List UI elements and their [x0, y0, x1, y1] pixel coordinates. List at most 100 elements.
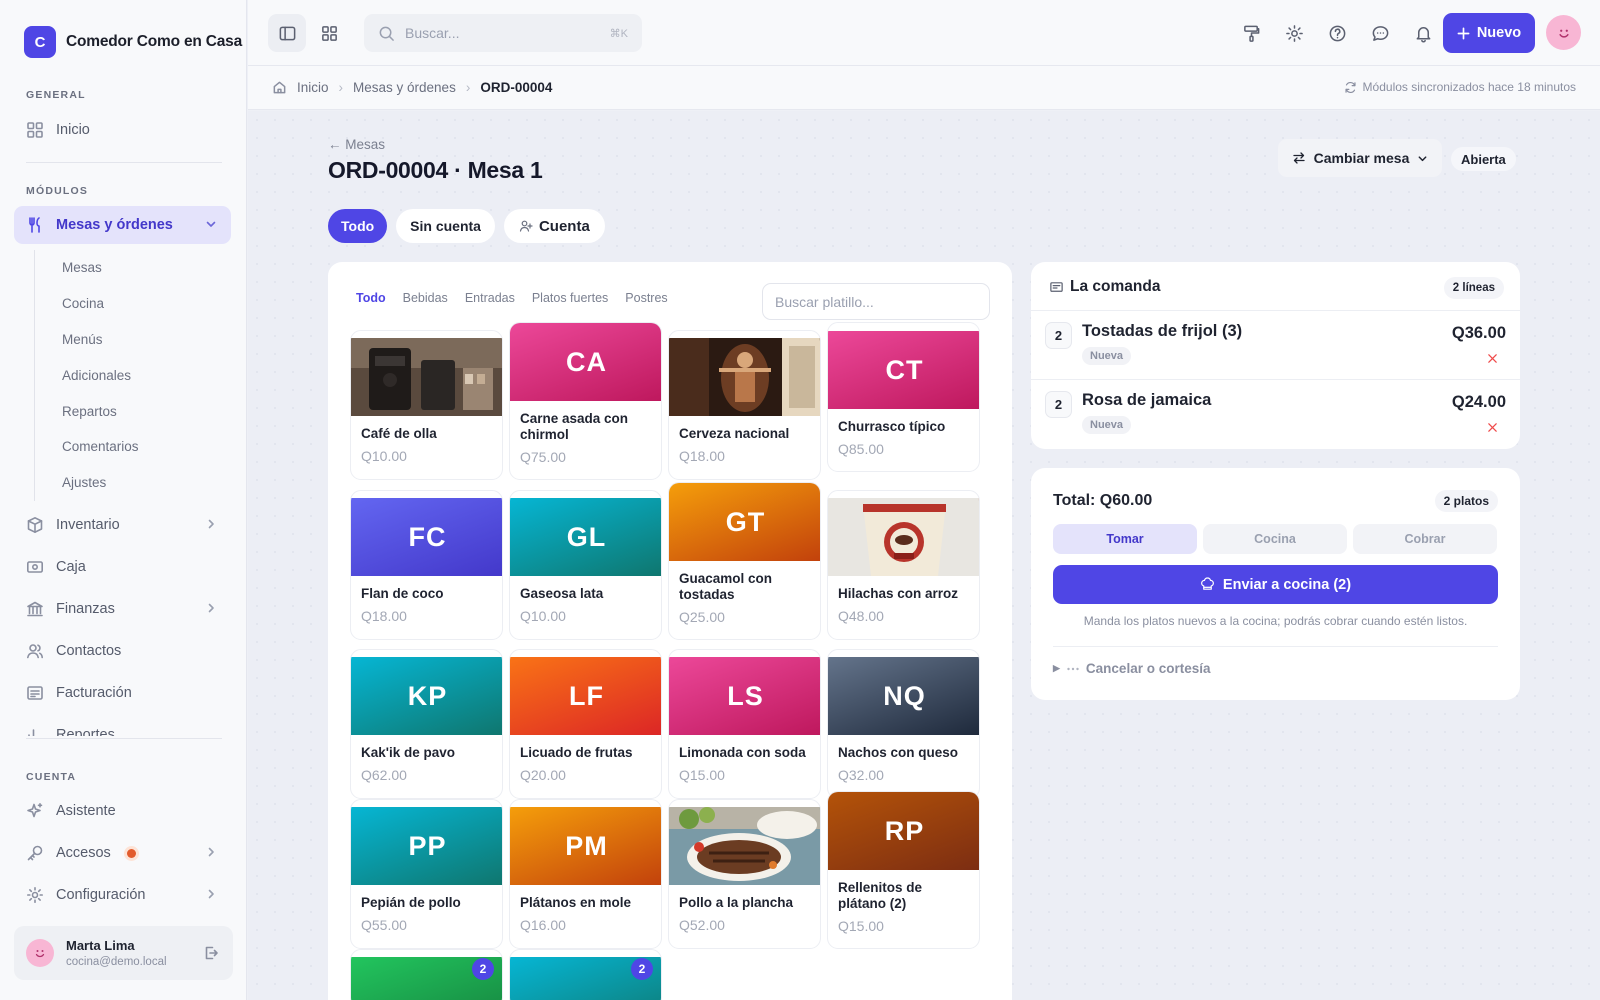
sidebar-subitem-adicionales[interactable]: Adicionales — [35, 357, 214, 393]
section-label-modules: MÓDULOS — [26, 185, 89, 197]
filter-cuenta[interactable]: Cuenta — [503, 209, 605, 243]
sidebar-item-caja[interactable]: Caja — [14, 548, 231, 586]
order-line-qty[interactable]: 2 — [1045, 322, 1072, 349]
breadcrumb-inicio[interactable]: Inicio — [297, 80, 329, 95]
order-line-qty[interactable]: 2 — [1045, 391, 1072, 418]
sidebar-subitem-mesas[interactable]: Mesas — [35, 250, 214, 286]
dish-name: Kak'ik de pavo — [361, 745, 455, 760]
grid-icon — [27, 122, 43, 138]
sidebar-subitem-comentarios[interactable]: Comentarios — [35, 429, 214, 465]
dish-price: Q62.00 — [361, 767, 407, 783]
divider — [26, 738, 222, 739]
dish-card[interactable]: LS Limonada con soda Q15.00 — [668, 649, 821, 799]
chevron-down-icon — [206, 221, 216, 227]
remove-line-icon[interactable] — [1487, 353, 1498, 364]
sidebar-item-inventario[interactable]: Inventario — [14, 506, 231, 544]
dish-card[interactable]: TE2 — [509, 949, 662, 1000]
dish-name: Limonada con soda — [679, 745, 806, 760]
smiley-icon — [35, 950, 45, 958]
sidebar-subitem-ajustes[interactable]: Ajustes — [35, 465, 214, 501]
cancel-courtesy-toggle[interactable]: ▶ Cancelar o cortesía — [1053, 661, 1210, 676]
new-button[interactable]: Nuevo — [1443, 13, 1535, 53]
dish-name: Hilachas con arroz — [838, 586, 959, 601]
search-icon — [379, 26, 394, 41]
dish-search-input[interactable]: Buscar platillo... — [762, 283, 990, 320]
settings-button[interactable] — [1275, 14, 1313, 52]
send-to-kitchen-label: Enviar a cocina (2) — [1222, 576, 1352, 593]
dish-card[interactable]: GT Guacamol con tostadas Q25.00 — [668, 482, 821, 640]
order-line[interactable]: 2 Rosa de jamaica Nueva Q24.00 — [1031, 379, 1520, 448]
apps-button[interactable] — [310, 14, 348, 52]
dish-card[interactable]: PM Plátanos en mole Q16.00 — [509, 799, 662, 949]
step-cobrar[interactable]: Cobrar — [1353, 524, 1497, 554]
dish-card[interactable]: NQ Nachos con queso Q32.00 — [827, 649, 980, 799]
sidebar-subitem-repartos[interactable]: Repartos — [35, 393, 214, 429]
sidebar-item-accesos[interactable]: Accesos — [14, 834, 231, 872]
home-icon[interactable] — [272, 80, 287, 95]
remove-line-icon[interactable] — [1487, 422, 1498, 433]
users-icon — [27, 644, 43, 659]
sidebar-item-contactos[interactable]: Contactos — [14, 632, 231, 670]
dish-card[interactable]: Café de olla Q10.00 — [350, 330, 503, 480]
logout-icon[interactable] — [203, 945, 219, 961]
tab-bebidas[interactable]: Bebidas — [403, 291, 448, 305]
notifications-button[interactable] — [1404, 14, 1442, 52]
brand[interactable]: C Comedor Como en Casa — [24, 26, 242, 58]
sidebar-subitem-menus[interactable]: Menús — [35, 322, 214, 358]
plus-icon — [1457, 27, 1470, 39]
sidebar-item-finanzas[interactable]: Finanzas — [14, 590, 231, 628]
user-avatar-button[interactable] — [1546, 15, 1581, 50]
tab-postres[interactable]: Postres — [625, 291, 667, 305]
swap-icon — [1292, 152, 1305, 164]
dish-initials-thumb: KP — [351, 657, 502, 735]
filter-sin-cuenta[interactable]: Sin cuenta — [396, 209, 495, 243]
dish-card[interactable]: PP Pepián de pollo Q55.00 — [350, 799, 503, 949]
dish-card[interactable]: PL2 — [350, 949, 503, 1000]
breadcrumb-mesas-ordenes[interactable]: Mesas y órdenes — [353, 80, 456, 95]
sidebar-item-inicio[interactable]: Inicio — [14, 111, 231, 149]
dish-card[interactable]: GL Gaseosa lata Q10.00 — [509, 490, 662, 640]
tab-entradas[interactable]: Entradas — [465, 291, 515, 305]
tab-platos-fuertes[interactable]: Platos fuertes — [532, 291, 608, 305]
filter-todo[interactable]: Todo — [328, 209, 388, 243]
help-button[interactable] — [1318, 14, 1356, 52]
smiley-icon — [1558, 29, 1569, 38]
dish-card[interactable]: RP Rellenitos de plátano (2) Q15.00 — [827, 791, 980, 949]
back-link[interactable]: ← Mesas — [328, 137, 385, 152]
coffee-machine-photo — [351, 338, 502, 416]
global-search[interactable]: Buscar... ⌘K — [364, 14, 642, 52]
sidebar-item-configuracion[interactable]: Configuración — [14, 876, 231, 914]
dish-card[interactable]: KP Kak'ik de pavo Q62.00 — [350, 649, 503, 799]
user-card[interactable]: Marta Lima cocina@demo.local — [14, 926, 233, 980]
dish-card[interactable]: CT Churrasco típico Q85.00 — [827, 322, 980, 472]
dish-card[interactable]: LF Licuado de frutas Q20.00 — [509, 649, 662, 799]
dish-card[interactable]: FC Flan de coco Q18.00 — [350, 490, 503, 640]
dish-card[interactable]: CA Carne asada con chirmol Q75.00 — [509, 322, 662, 480]
sidebar-item-facturacion[interactable]: Facturación — [14, 674, 231, 712]
sidebar-item-asistente[interactable]: Asistente — [14, 792, 231, 830]
dish-name: Carne asada con chirmol — [520, 411, 629, 442]
sidebar-item-mesas-ordenes[interactable]: Mesas y órdenes — [14, 206, 231, 244]
switch-table-button[interactable]: Cambiar mesa — [1278, 139, 1442, 177]
dish-initials-thumb: GT — [669, 483, 820, 561]
send-to-kitchen-button[interactable]: Enviar a cocina (2) — [1053, 565, 1498, 604]
dish-price: Q52.00 — [679, 917, 725, 933]
chat-button[interactable] — [1361, 14, 1399, 52]
step-cocina[interactable]: Cocina — [1203, 524, 1347, 554]
dish-card[interactable]: Pollo a la plancha Q52.00 — [668, 799, 821, 949]
dish-initials-thumb: LF — [510, 657, 661, 735]
order-line[interactable]: 2 Tostadas de frijol (3) Nueva Q36.00 — [1031, 310, 1520, 379]
sidebar-subitem-cocina[interactable]: Cocina — [35, 286, 214, 322]
sparkle-icon — [27, 803, 43, 818]
sidebar-item-reportes[interactable]: Reportes — [14, 716, 231, 736]
tab-todo[interactable]: Todo — [356, 291, 386, 305]
paint-roller-button[interactable] — [1232, 14, 1270, 52]
sidebar-toggle-button[interactable] — [268, 14, 306, 52]
more-dots-icon — [1067, 667, 1079, 670]
dish-card[interactable]: Hilachas con arroz Q48.00 — [827, 490, 980, 640]
dish-price: Q85.00 — [838, 441, 884, 457]
dish-card[interactable]: Cerveza nacional Q18.00 — [668, 330, 821, 480]
dish-qty-badge: 2 — [631, 958, 653, 980]
step-tomar[interactable]: Tomar — [1053, 524, 1197, 554]
dish-initials: CT — [885, 354, 924, 385]
